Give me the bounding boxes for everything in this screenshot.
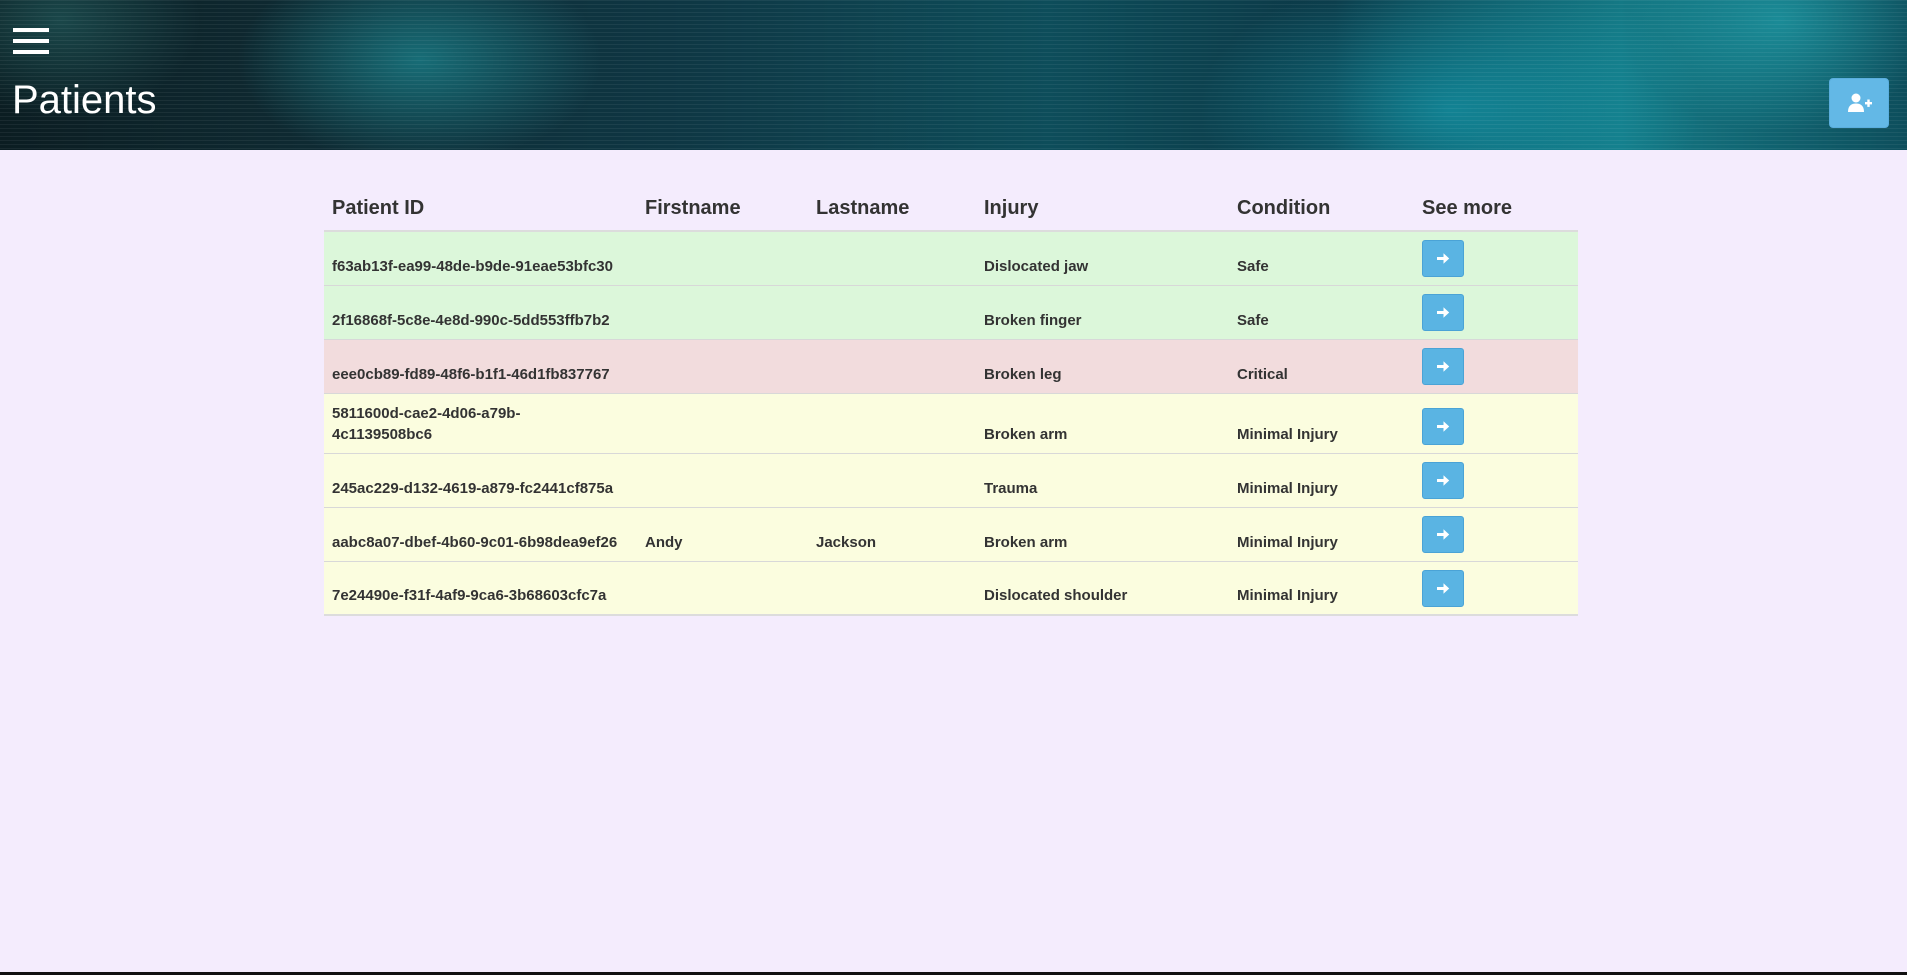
- see-more-button[interactable]: [1422, 293, 1464, 331]
- column-header-condition[interactable]: Condition: [1229, 177, 1414, 232]
- hamburger-menu-icon[interactable]: [13, 28, 49, 56]
- lastname-cell: [808, 284, 976, 339]
- see-more-cell: [1414, 452, 1578, 507]
- see-more-button[interactable]: [1422, 407, 1464, 445]
- lastname-cell: Jackson: [808, 506, 976, 561]
- condition-cell: Minimal Injury: [1229, 392, 1414, 453]
- user-plus-icon: [1848, 93, 1872, 112]
- table-row: 245ac229-d132-4619-a879-fc2441cf875a Tra…: [324, 452, 1578, 507]
- firstname-cell: Andy: [637, 506, 808, 561]
- table-row: f63ab13f-ea99-48de-b9de-91eae53bfc30 Dis…: [324, 230, 1578, 285]
- firstname-cell: [637, 452, 808, 507]
- arrow-right-icon: [1437, 582, 1450, 594]
- column-header-injury[interactable]: Injury: [976, 177, 1229, 232]
- patients-table: Patient ID Firstname Lastname Injury Con…: [324, 177, 1578, 616]
- arrow-right-icon: [1437, 306, 1450, 318]
- firstname-cell: [637, 560, 808, 616]
- lastname-cell: [808, 452, 976, 507]
- table-header-row: Patient ID Firstname Lastname Injury Con…: [324, 177, 1578, 232]
- patient-id-cell: eee0cb89-fd89-48f6-b1f1-46d1fb837767: [324, 338, 637, 393]
- injury-cell: Broken leg: [976, 338, 1229, 393]
- see-more-cell: [1414, 284, 1578, 339]
- injury-cell: Dislocated shoulder: [976, 560, 1229, 616]
- lastname-cell: [808, 392, 976, 453]
- injury-cell: Broken arm: [976, 392, 1229, 453]
- injury-cell: Broken arm: [976, 506, 1229, 561]
- table-row: 5811600d-cae2-4d06-a79b-4c1139508bc6 Bro…: [324, 392, 1578, 453]
- arrow-right-icon: [1437, 253, 1450, 264]
- see-more-cell: [1414, 392, 1578, 453]
- arrow-right-icon: [1437, 528, 1450, 540]
- condition-cell: Safe: [1229, 284, 1414, 339]
- condition-cell: Safe: [1229, 230, 1414, 285]
- see-more-cell: [1414, 230, 1578, 285]
- page-title: Patients: [12, 78, 157, 122]
- see-more-button[interactable]: [1422, 569, 1464, 607]
- table-row: eee0cb89-fd89-48f6-b1f1-46d1fb837767 Bro…: [324, 338, 1578, 393]
- page-header: Patients: [0, 0, 1907, 150]
- patient-id-cell: 245ac229-d132-4619-a879-fc2441cf875a: [324, 452, 637, 507]
- see-more-button[interactable]: [1422, 461, 1464, 499]
- injury-cell: Dislocated jaw: [976, 230, 1229, 285]
- condition-cell: Minimal Injury: [1229, 452, 1414, 507]
- condition-cell: Minimal Injury: [1229, 506, 1414, 561]
- see-more-button[interactable]: [1422, 515, 1464, 553]
- patient-id-cell: 5811600d-cae2-4d06-a79b-4c1139508bc6: [324, 392, 637, 453]
- patients-table-container: Patient ID Firstname Lastname Injury Con…: [324, 177, 1578, 616]
- table-row: aabc8a07-dbef-4b60-9c01-6b98dea9ef26 And…: [324, 506, 1578, 561]
- menu-bar: [13, 39, 49, 43]
- arrow-right-icon: [1437, 474, 1450, 486]
- lastname-cell: [808, 338, 976, 393]
- see-more-cell: [1414, 338, 1578, 393]
- menu-bar: [13, 50, 49, 54]
- lastname-cell: [808, 560, 976, 616]
- arrow-right-icon: [1437, 420, 1450, 432]
- patient-id-cell: 2f16868f-5c8e-4e8d-990c-5dd553ffb7b2: [324, 284, 637, 339]
- patient-id-cell: aabc8a07-dbef-4b60-9c01-6b98dea9ef26: [324, 506, 637, 561]
- see-more-cell: [1414, 560, 1578, 616]
- condition-cell: Critical: [1229, 338, 1414, 393]
- firstname-cell: [637, 392, 808, 453]
- patient-id-cell: f63ab13f-ea99-48de-b9de-91eae53bfc30: [324, 230, 637, 285]
- column-header-see-more: See more: [1414, 177, 1578, 232]
- see-more-cell: [1414, 506, 1578, 561]
- condition-cell: Minimal Injury: [1229, 560, 1414, 616]
- firstname-cell: [637, 338, 808, 393]
- injury-cell: Trauma: [976, 452, 1229, 507]
- column-header-lastname[interactable]: Lastname: [808, 177, 976, 232]
- patient-id-cell: 7e24490e-f31f-4af9-9ca6-3b68603cfc7a: [324, 560, 637, 616]
- see-more-button[interactable]: [1422, 240, 1464, 277]
- table-row: 2f16868f-5c8e-4e8d-990c-5dd553ffb7b2 Bro…: [324, 284, 1578, 339]
- add-patient-button[interactable]: [1829, 78, 1889, 128]
- arrow-right-icon: [1437, 360, 1450, 372]
- column-header-firstname[interactable]: Firstname: [637, 177, 808, 232]
- table-row: 7e24490e-f31f-4af9-9ca6-3b68603cfc7a Dis…: [324, 560, 1578, 616]
- firstname-cell: [637, 284, 808, 339]
- menu-bar: [13, 28, 49, 32]
- app-frame: Patients Patient ID Firstname Lastname I…: [0, 0, 1907, 975]
- firstname-cell: [637, 230, 808, 285]
- see-more-button[interactable]: [1422, 347, 1464, 385]
- injury-cell: Broken finger: [976, 284, 1229, 339]
- column-header-patient-id[interactable]: Patient ID: [324, 177, 637, 232]
- lastname-cell: [808, 230, 976, 285]
